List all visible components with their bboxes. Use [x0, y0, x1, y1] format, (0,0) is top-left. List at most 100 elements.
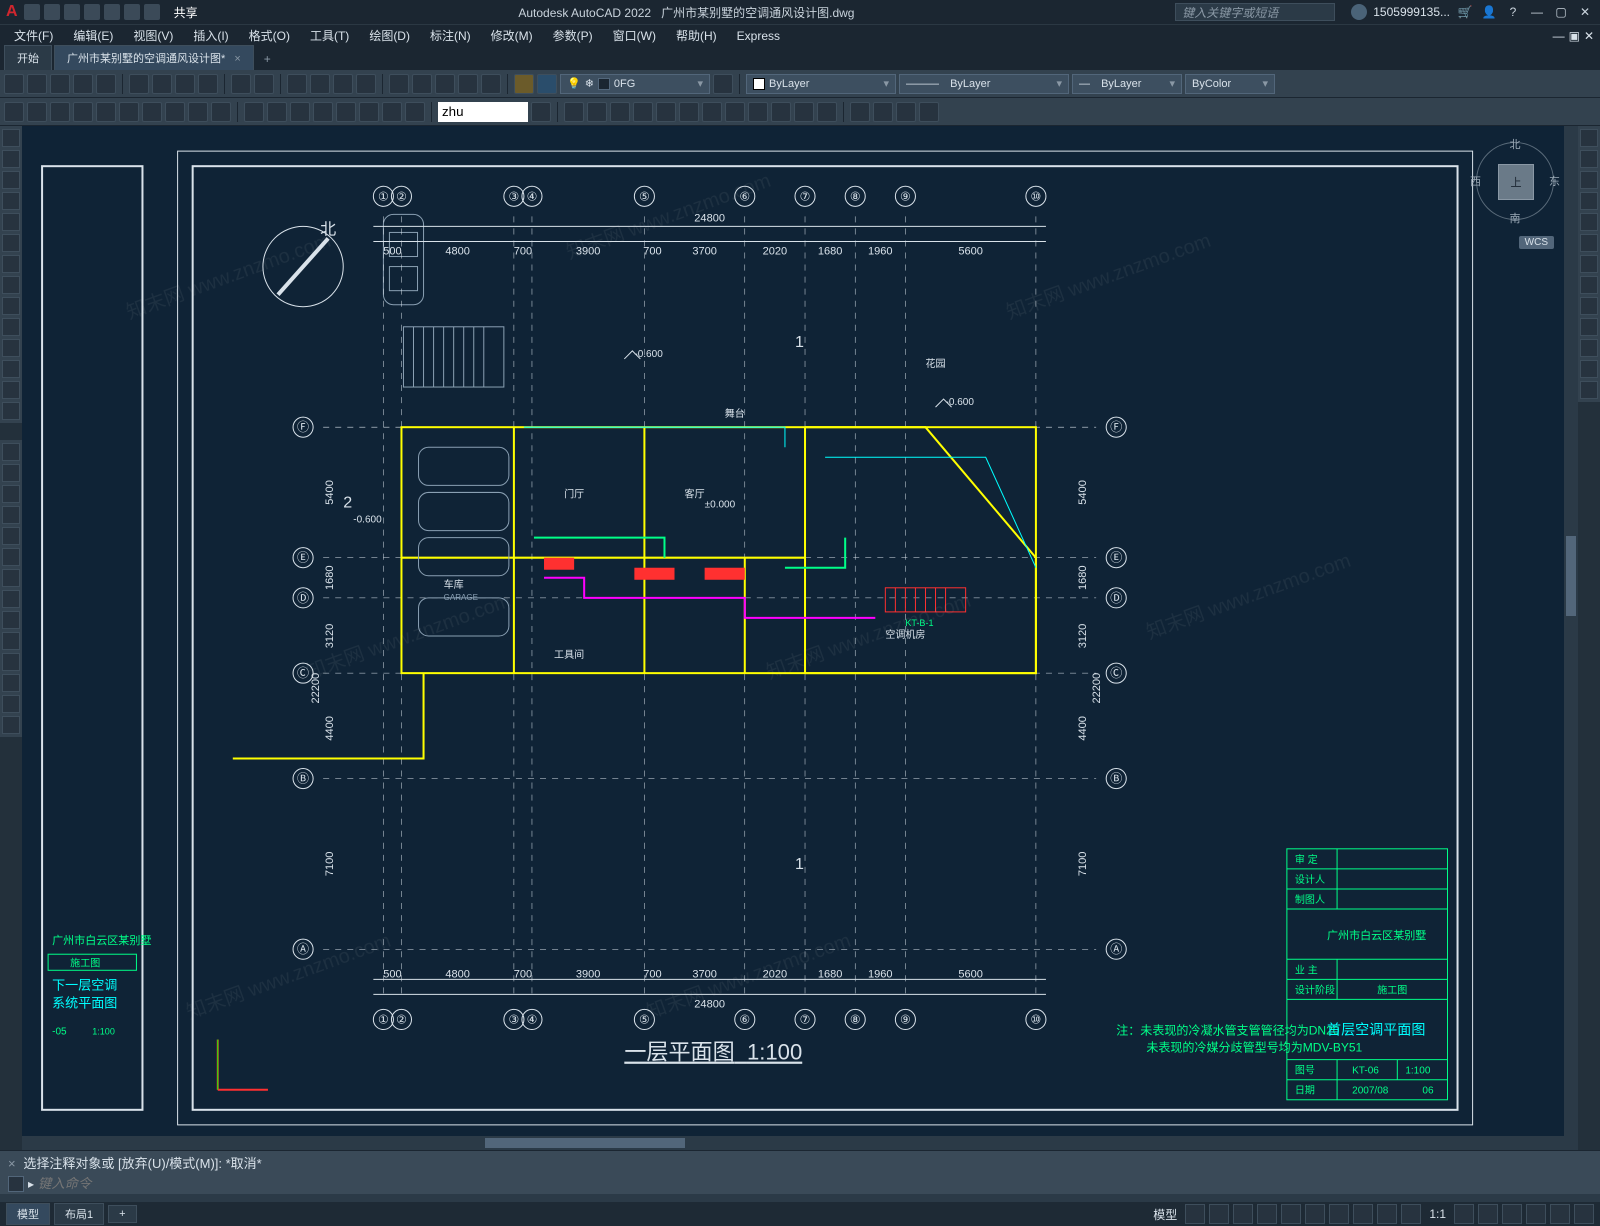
ucs-prev-icon[interactable] — [610, 102, 630, 122]
avatar-icon[interactable] — [1351, 4, 1367, 20]
clean-screen-icon[interactable] — [1550, 1204, 1570, 1224]
nav-pan-icon[interactable] — [1580, 150, 1598, 168]
doc-close-button[interactable]: ✕ — [1584, 29, 1594, 43]
ucs-world-icon[interactable] — [587, 102, 607, 122]
menu-parametric[interactable]: 参数(P) — [545, 27, 601, 44]
cut-icon[interactable] — [129, 74, 149, 94]
fillet-icon[interactable] — [2, 611, 20, 629]
line-icon[interactable] — [2, 129, 20, 147]
doc-restore-button[interactable]: ▣ — [1569, 29, 1580, 43]
menu-format[interactable]: 格式(O) — [241, 27, 298, 44]
cart-icon[interactable]: 🛒 — [1456, 5, 1474, 19]
rectangle-icon[interactable] — [2, 213, 20, 231]
scale-icon[interactable] — [2, 527, 20, 545]
drawing-canvas[interactable]: 广州市白云区某别墅 施工图 下一层空调 系统平面图 -05 1:100 北 ① … — [22, 126, 1578, 1150]
properties-icon[interactable] — [389, 74, 409, 94]
ucs-origin-icon[interactable] — [702, 102, 722, 122]
qat-plot-icon[interactable] — [104, 4, 120, 20]
ucs-view-icon[interactable] — [679, 102, 699, 122]
annotation-scale-value[interactable]: 1:1 — [1425, 1207, 1450, 1221]
zoom-prev-icon[interactable] — [356, 74, 376, 94]
menu-view[interactable]: 视图(V) — [125, 27, 181, 44]
copy-icon[interactable] — [152, 74, 172, 94]
paste-icon[interactable] — [175, 74, 195, 94]
window-close-button[interactable]: ✕ — [1576, 5, 1594, 19]
qat-saveas-icon[interactable] — [84, 4, 100, 20]
trim-icon[interactable] — [2, 569, 20, 587]
osnap-toggle-icon[interactable] — [1281, 1204, 1301, 1224]
point-icon[interactable] — [2, 297, 20, 315]
hardware-accel-icon[interactable] — [1526, 1204, 1546, 1224]
block-icon[interactable] — [2, 318, 20, 336]
menu-dimension[interactable]: 标注(N) — [422, 27, 479, 44]
match-icon[interactable] — [198, 74, 218, 94]
ucs-apply-icon[interactable] — [817, 102, 837, 122]
dim-ordinate-icon[interactable] — [73, 102, 93, 122]
dimstyle-icon[interactable] — [531, 102, 551, 122]
spline-icon[interactable] — [2, 255, 20, 273]
render-icon[interactable] — [850, 102, 870, 122]
dim-angular-icon[interactable] — [142, 102, 162, 122]
isolate-icon[interactable] — [1502, 1204, 1522, 1224]
erase-icon[interactable] — [2, 695, 20, 713]
menu-edit[interactable]: 编辑(E) — [65, 27, 121, 44]
ortho-toggle-icon[interactable] — [1233, 1204, 1253, 1224]
annotation-monitor-icon[interactable] — [1478, 1204, 1498, 1224]
ucs-z-icon[interactable] — [725, 102, 745, 122]
dim-diameter-icon[interactable] — [119, 102, 139, 122]
zoom-window-icon[interactable] — [333, 74, 353, 94]
chamfer-icon[interactable] — [2, 632, 20, 650]
extend-icon[interactable] — [2, 590, 20, 608]
open-icon[interactable] — [27, 74, 47, 94]
dim-edit-icon[interactable] — [382, 102, 402, 122]
dim-radius-icon[interactable] — [96, 102, 116, 122]
nav-extra5-icon[interactable] — [1580, 318, 1598, 336]
pan-icon[interactable] — [287, 74, 307, 94]
qat-open-icon[interactable] — [44, 4, 60, 20]
customization-icon[interactable] — [1574, 1204, 1594, 1224]
nav-extra3-icon[interactable] — [1580, 276, 1598, 294]
window-maximize-button[interactable]: ▢ — [1552, 5, 1570, 19]
menu-express[interactable]: Express — [729, 29, 788, 43]
doc-minimize-button[interactable]: — — [1553, 29, 1565, 43]
command-icon[interactable] — [8, 1176, 24, 1192]
layer-dropdown[interactable]: 💡❄ 0FG ▾ — [560, 74, 710, 94]
menu-tools[interactable]: 工具(T) — [302, 27, 357, 44]
zoom-icon[interactable] — [310, 74, 330, 94]
dim-break-icon[interactable] — [267, 102, 287, 122]
model-tab[interactable]: 模型 — [6, 1203, 50, 1225]
nav-extra7-icon[interactable] — [1580, 360, 1598, 378]
tab-new-button[interactable]: + — [256, 48, 279, 70]
dim-tedit-icon[interactable] — [405, 102, 425, 122]
qat-undo-icon[interactable] — [124, 4, 140, 20]
polyline-icon[interactable] — [2, 150, 20, 168]
menu-help[interactable]: 帮助(H) — [668, 27, 725, 44]
offset-icon[interactable] — [2, 674, 20, 692]
menu-modify[interactable]: 修改(M) — [483, 27, 541, 44]
qat-new-icon[interactable] — [24, 4, 40, 20]
ucs-object-icon[interactable] — [656, 102, 676, 122]
circle-icon[interactable] — [2, 171, 20, 189]
ucs-icon[interactable] — [564, 102, 584, 122]
dim-jogged-icon[interactable] — [165, 102, 185, 122]
mirror-icon[interactable] — [2, 506, 20, 524]
menu-file[interactable]: 文件(F) — [6, 27, 61, 44]
ucs-face-icon[interactable] — [633, 102, 653, 122]
dim-jogline-icon[interactable] — [359, 102, 379, 122]
linetype-dropdown[interactable]: ——— ByLayer ▾ — [899, 74, 1069, 94]
vertical-scrollbar[interactable] — [1564, 126, 1578, 1150]
layer-prev-icon[interactable] — [713, 74, 733, 94]
horizontal-scrollbar[interactable] — [22, 1136, 1564, 1150]
nav-zoom-icon[interactable] — [1580, 171, 1598, 189]
dimstyle-input[interactable] — [438, 102, 528, 122]
copy2-icon[interactable] — [2, 464, 20, 482]
ellipse-icon[interactable] — [2, 234, 20, 252]
polar-toggle-icon[interactable] — [1257, 1204, 1277, 1224]
preview-icon[interactable] — [96, 74, 116, 94]
plotstyle-dropdown[interactable]: ByColor ▾ — [1185, 74, 1275, 94]
lineweight-dropdown[interactable]: — ByLayer ▾ — [1072, 74, 1182, 94]
help-icon[interactable]: ? — [1504, 5, 1522, 19]
otrack-toggle-icon[interactable] — [1305, 1204, 1325, 1224]
nav-extra6-icon[interactable] — [1580, 339, 1598, 357]
view-cube[interactable]: 上 北 南 东 西 — [1470, 136, 1560, 226]
